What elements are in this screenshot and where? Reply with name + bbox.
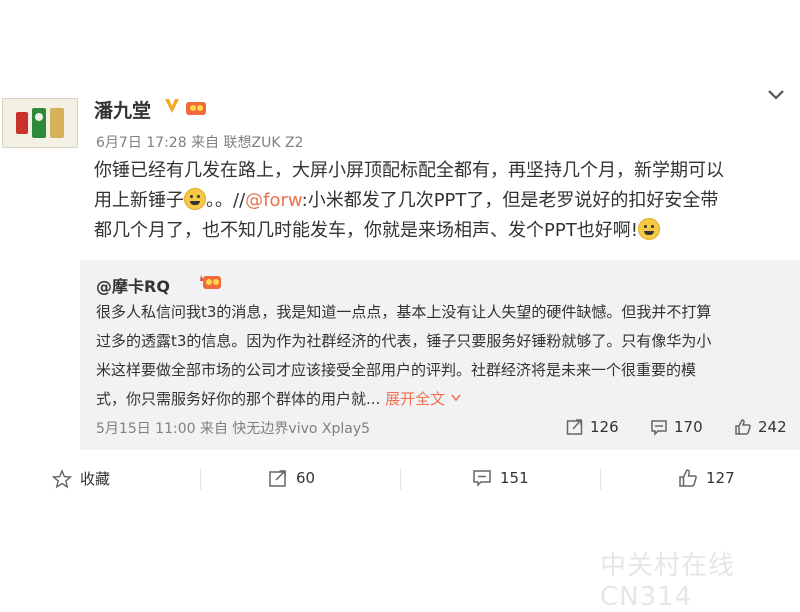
repost-button[interactable]: 60: [268, 468, 315, 488]
member-crown-icon: [200, 275, 221, 289]
post-body-line: 你锤已经有几发在路上，大屏小屏顶配标配全都有，再坚持几个月，新学期可以: [94, 160, 724, 181]
thumbs-up-icon: [679, 469, 697, 487]
post-body-line: 用上新锤子 。。//@forw:小米都发了几次PPT了，但是老罗说好的扣好安全带: [94, 186, 794, 216]
expand-label: 展开全文: [385, 390, 446, 408]
repost-body-line: 过多的透露t3的信息。因为作为社群经济的代表，锤子只要服务好锤粉就够了。只有像华…: [96, 332, 712, 350]
repost-body-text: 式，你只需服务好你的那个群体的用户就...: [96, 390, 381, 408]
like-count: 127: [706, 469, 735, 487]
comment-button[interactable]: 151: [472, 468, 529, 488]
repost-author[interactable]: @摩卡RQ: [96, 273, 170, 297]
chevron-down-icon: [451, 394, 461, 402]
repost-comment-button[interactable]: 170: [650, 418, 703, 436]
post-body-text: 。。//: [206, 190, 246, 211]
divider: [600, 468, 601, 490]
laugh-emoji-icon: [184, 188, 206, 210]
repost-meta: 5月15日 11:00 来自 快无边界vivo Xplay5: [96, 421, 371, 437]
repost-count: 60: [296, 469, 316, 487]
comment-count: 151: [500, 469, 529, 487]
expand-full-text-link[interactable]: 展开全文: [385, 390, 462, 408]
post-body: 你锤已经有几发在路上，大屏小屏顶配标配全都有，再坚持几个月，新学期可以 用上新锤…: [94, 156, 794, 246]
watermark: 中关村在线 CN314: [600, 551, 736, 612]
repost-body-line: 很多人私信问我t3的消息，我是知道一点点，基本上没有让人失望的硬件缺憾。但我并不…: [96, 303, 712, 321]
kiss-emoji-icon: [637, 218, 660, 240]
mention-link[interactable]: @forw: [245, 190, 302, 211]
comment-icon: [473, 470, 491, 487]
post-body-text: 用上新锤子: [94, 190, 184, 211]
repost-card: @摩卡RQ 很多人私信问我t3的消息，我是知道一点点，基本上没有让人失望的硬件缺…: [80, 260, 800, 450]
favorite-label: 收藏: [80, 470, 111, 488]
post-body-text: 都几个月了，也不知几时能发车，你就是来场相声、发个PPT也好啊!: [94, 220, 638, 241]
like-count: 242: [758, 418, 787, 436]
repost-body: 很多人私信问我t3的消息，我是知道一点点，基本上没有让人失望的硬件缺憾。但我并不…: [96, 298, 786, 414]
divider: [200, 468, 201, 490]
verified-v-icon: [165, 99, 179, 113]
thumbs-up-icon: [735, 419, 751, 435]
star-icon: [52, 468, 72, 488]
repost-share-button[interactable]: 126: [566, 418, 619, 436]
comment-icon: [651, 420, 667, 436]
repost-body-line: 米这样要做全部市场的公司才应该接受全部用户的评判。社群经济将是未来一个很重要的模: [96, 361, 697, 379]
favorite-button[interactable]: 收藏: [52, 468, 110, 489]
post-body-line: 都几个月了，也不知几时能发车，你就是来场相声、发个PPT也好啊!: [94, 216, 794, 246]
share-icon: [566, 419, 583, 435]
avatar-text-block: [50, 108, 64, 138]
avatar[interactable]: [2, 98, 78, 148]
member-crown-icon[interactable]: [185, 98, 207, 116]
comment-count: 170: [674, 418, 703, 436]
chevron-down-icon[interactable]: [766, 88, 786, 102]
repost-body-line: 式，你只需服务好你的那个群体的用户就... 展开全文: [96, 385, 786, 414]
action-bar: 收藏 60 151 127: [0, 454, 800, 504]
author-name[interactable]: 潘九堂: [94, 96, 151, 123]
share-icon: [269, 470, 286, 487]
post-body-text: :小米都发了几次PPT了，但是老罗说好的扣好安全带: [301, 190, 719, 211]
divider: [400, 468, 401, 490]
repost-like-button[interactable]: 242: [734, 418, 787, 436]
post-meta: 6月7日 17:28 来自 联想ZUK Z2: [96, 135, 304, 151]
like-button[interactable]: 127: [678, 468, 735, 488]
repost-count: 126: [590, 418, 619, 436]
avatar-red-block: [16, 112, 28, 134]
avatar-toilet-icon: [32, 108, 46, 138]
